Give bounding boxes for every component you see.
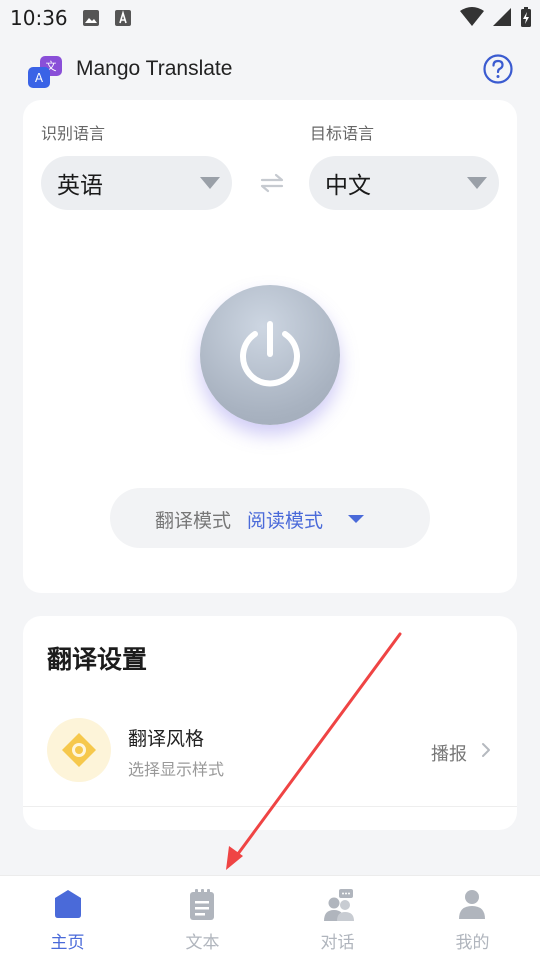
source-language-label: 识别语言: [41, 124, 106, 143]
nav-item-home[interactable]: 主页: [0, 876, 135, 961]
bottom-nav: 主页 文本 对话 我的: [0, 875, 540, 961]
translation-mode-label: 翻译模式: [155, 510, 232, 532]
swap-icon[interactable]: [259, 172, 285, 194]
status-time: 10:36: [10, 6, 68, 30]
style-title: 翻译风格: [128, 728, 205, 750]
settings-card: 翻译设置 翻译风格 选择显示样式 播报: [23, 616, 517, 830]
conversation-icon: [324, 889, 354, 921]
nav-item-profile[interactable]: 我的: [405, 876, 540, 961]
style-subtitle: 选择显示样式: [128, 760, 225, 779]
app-header: 文 A Mango Translate: [0, 48, 540, 92]
document-icon: [190, 889, 214, 920]
chevron-right-icon: [481, 742, 491, 762]
translate-logo-icon: 文 A: [26, 52, 64, 90]
svg-text:A: A: [35, 71, 44, 85]
power-icon: [240, 321, 300, 387]
chevron-down-icon: [200, 177, 220, 189]
caret-down-icon: [348, 515, 364, 523]
translate-card: 识别语言 目标语言 英语 中文 翻译模式 阅读模式: [23, 100, 517, 593]
nav-label-conversation: 对话: [320, 933, 355, 953]
home-icon: [55, 890, 81, 918]
signal-icon: [492, 7, 512, 31]
source-language-value: 英语: [57, 173, 103, 199]
broadcast-label: 播报: [431, 744, 467, 765]
image-icon: [82, 9, 100, 31]
style-diamond-icon: [62, 733, 96, 767]
style-icon-container: [47, 718, 111, 782]
source-language-select[interactable]: 英语: [41, 156, 232, 210]
target-language-label: 目标语言: [310, 124, 375, 143]
status-bar: 10:36: [0, 0, 540, 36]
power-button[interactable]: [200, 285, 340, 425]
nav-item-conversation[interactable]: 对话: [270, 876, 405, 961]
nav-label-home: 主页: [50, 933, 85, 953]
app-title: Mango Translate: [76, 57, 233, 80]
wifi-icon: [460, 7, 484, 31]
chevron-down-icon: [467, 177, 487, 189]
row-divider: [23, 806, 517, 807]
nav-label-text: 文本: [185, 933, 220, 953]
target-language-value: 中文: [325, 173, 371, 199]
translation-mode-value: 阅读模式: [247, 510, 324, 532]
profile-icon: [459, 890, 485, 919]
font-icon: [114, 9, 132, 31]
help-icon[interactable]: [483, 54, 513, 84]
nav-label-profile: 我的: [455, 933, 490, 953]
target-language-select[interactable]: 中文: [309, 156, 499, 210]
translation-mode-selector[interactable]: 翻译模式 阅读模式: [110, 488, 430, 548]
nav-item-text[interactable]: 文本: [135, 876, 270, 961]
battery-charging-icon: [520, 6, 532, 32]
translation-style-row[interactable]: 翻译风格 选择显示样式 播报: [23, 716, 517, 786]
settings-title: 翻译设置: [47, 645, 148, 674]
